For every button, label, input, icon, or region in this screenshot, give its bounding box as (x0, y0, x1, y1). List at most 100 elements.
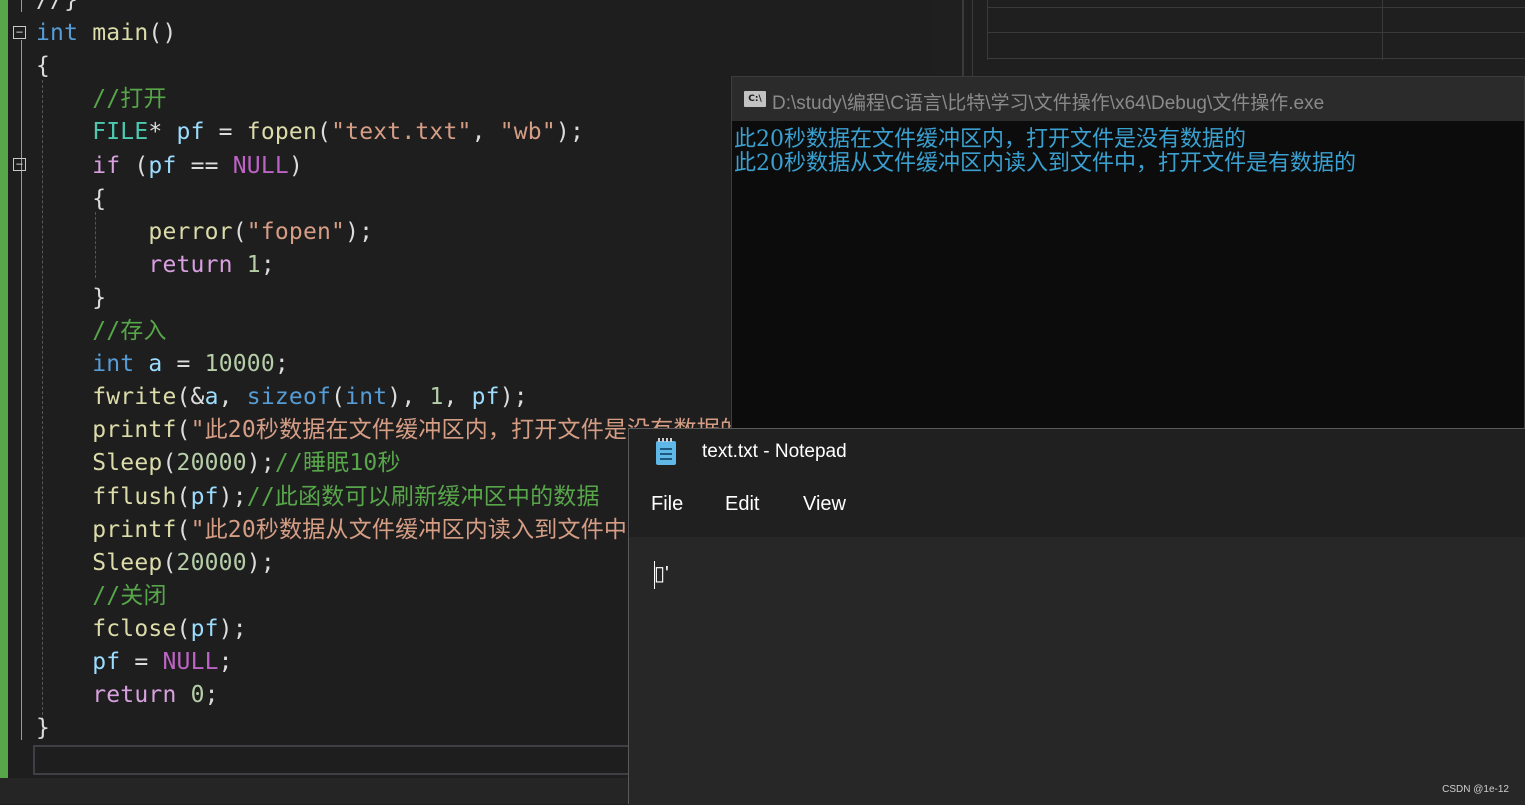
code-token: 1 (246, 251, 261, 278)
fold-toggle-if[interactable]: − (13, 158, 26, 171)
code-token: ( (176, 615, 191, 642)
code-line[interactable]: Sleep(20000); (36, 547, 275, 580)
code-line[interactable]: fflush(pf);//此函数可以刷新缓冲区中的数据 (36, 481, 600, 514)
editor-gutter (8, 0, 32, 780)
code-line[interactable]: { (36, 50, 50, 83)
code-line[interactable]: } (36, 712, 50, 745)
code-token: NULL (162, 649, 219, 675)
console-titlebar[interactable]: C:\ D:\study\编程\C语言\比特\学习\文件操作\x64\Debug… (732, 77, 1524, 121)
code-token: fopen (246, 119, 318, 146)
code-token: } (36, 715, 51, 742)
code-token: ); (345, 218, 374, 245)
code-token: NULL (232, 152, 289, 179)
code-token: () (148, 20, 177, 47)
code-token: , (471, 119, 500, 146)
code-token: int (36, 20, 79, 47)
menu-edit[interactable]: Edit (725, 493, 759, 516)
code-token: ) (288, 152, 303, 179)
code-line[interactable]: fclose(pf); (36, 613, 247, 646)
code-token: return (92, 682, 177, 709)
code-token: //睡眠10秒 (274, 450, 401, 477)
notepad-window[interactable]: text.txt - Notepad File Edit View ▯' CSD… (628, 428, 1525, 805)
code-token: sizeof (246, 384, 332, 411)
code-token: { (36, 53, 51, 80)
code-token: //存入 (92, 318, 167, 344)
code-line[interactable]: Sleep(20000);//睡眠10秒 (36, 447, 401, 480)
code-token: == (176, 152, 233, 179)
code-token: fflush (92, 483, 177, 510)
code-line[interactable]: } (36, 282, 106, 315)
code-token: Sleep (92, 450, 163, 477)
code-line[interactable]: return 0; (36, 679, 219, 712)
code-line[interactable]: if (pf == NULL) (36, 150, 303, 183)
code-line[interactable]: //打开 (36, 83, 167, 116)
code-line[interactable]: fwrite(&a, sizeof(int), 1, pf); (36, 381, 528, 414)
code-token: } (36, 284, 107, 311)
fold-toggle-main[interactable]: − (13, 26, 26, 39)
code-token: ); (246, 549, 275, 576)
code-token: //关闭 (92, 582, 167, 609)
menu-file[interactable]: File (651, 493, 683, 516)
code-token: "text.txt" (331, 119, 472, 146)
change-indicator-bar (0, 0, 8, 778)
watermark: CSDN @1e-12 (1442, 784, 1509, 795)
code-token: ( (120, 152, 149, 179)
code-line[interactable]: //存入 (36, 315, 167, 348)
code-token: (& (176, 384, 205, 411)
code-token: ( (176, 483, 191, 510)
code-token: 1 (429, 384, 444, 411)
code-token: 20000 (176, 450, 247, 477)
notepad-text-area[interactable]: ▯' (629, 537, 1525, 805)
code-token: //打开 (92, 86, 167, 113)
code-token: fwrite (92, 384, 177, 411)
code-token: pf (190, 483, 219, 510)
code-line[interactable]: perror("fopen"); (36, 216, 373, 249)
notepad-title: text.txt - Notepad (702, 441, 847, 462)
code-token: pf (471, 384, 500, 411)
code-token: ( (162, 450, 177, 477)
code-token: ( (176, 417, 191, 444)
code-token: "wb" (499, 119, 556, 146)
code-line[interactable]: return 1; (36, 249, 275, 282)
code-token: ); (555, 119, 584, 146)
code-line[interactable]: //关闭 (36, 580, 167, 613)
code-token: 10000 (204, 351, 275, 378)
code-token: ), (387, 384, 430, 411)
code-token: "fopen" (246, 218, 346, 245)
console-output-line: 此20秒数据从文件缓冲区内读入到文件中，打开文件是有数据的 (734, 151, 1356, 176)
code-line[interactable]: FILE* pf = fopen("text.txt", "wb"); (36, 116, 584, 149)
code-token: pf (176, 119, 205, 146)
code-line[interactable]: //} (36, 0, 78, 17)
console-window[interactable]: C:\ D:\study\编程\C语言\比特\学习\文件操作\x64\Debug… (731, 76, 1525, 436)
background-grid-pane (932, 0, 1525, 80)
code-line[interactable]: int main() (36, 17, 177, 50)
editor-status-strip (0, 778, 640, 804)
code-token: ); (246, 450, 275, 477)
code-token: printf (92, 516, 177, 543)
code-token: main (92, 20, 149, 47)
code-line[interactable]: { (36, 183, 106, 216)
code-token: a (204, 384, 219, 411)
notepad-titlebar[interactable]: text.txt - Notepad (629, 429, 1525, 477)
code-line[interactable]: pf = NULL; (36, 646, 233, 679)
code-token: perror (148, 218, 233, 245)
code-line[interactable]: int a = 10000; (36, 348, 289, 381)
code-token: printf (92, 417, 177, 444)
code-token: return (148, 251, 233, 278)
menu-view[interactable]: View (803, 493, 846, 516)
code-token: { (36, 185, 107, 212)
